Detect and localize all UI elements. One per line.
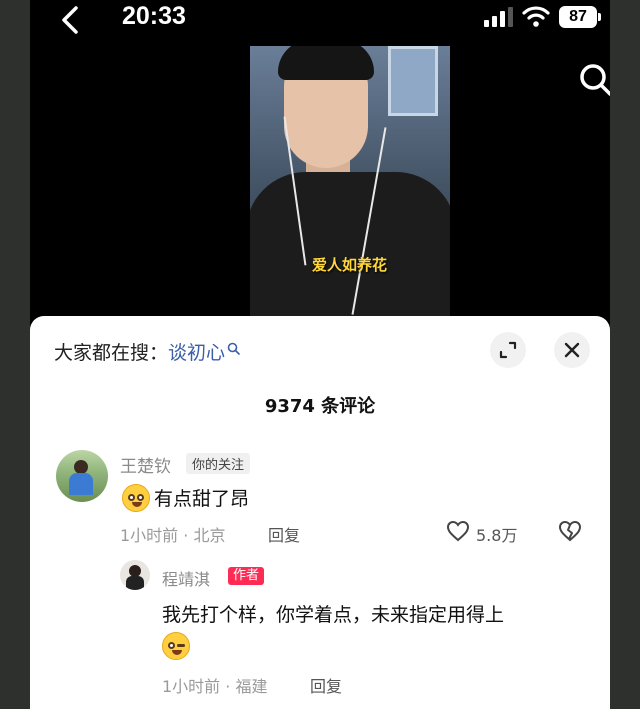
battery-indicator: 87 xyxy=(559,6,601,28)
comments-sheet: 大家都在搜：谈初心 9374 条评论 王楚钦 你的关注 有点甜了昂 1小时前 ·… xyxy=(30,316,610,709)
video-person-hair xyxy=(278,46,374,80)
broken-heart-icon[interactable] xyxy=(558,520,582,542)
comment-text: 有点甜了昂 xyxy=(154,488,250,510)
video-window-panel xyxy=(388,46,438,116)
search-prefix: 大家都在搜： xyxy=(54,342,169,364)
expand-icon xyxy=(499,341,517,359)
reply-avatar[interactable] xyxy=(120,560,150,590)
following-badge: 你的关注 xyxy=(186,453,251,474)
search-keyword[interactable]: 谈初心 xyxy=(168,342,225,364)
close-button[interactable] xyxy=(554,332,590,368)
emoji-mouth xyxy=(172,650,182,655)
battery-level: 87 xyxy=(559,6,597,28)
comment-count: 9374 条评论 xyxy=(264,396,376,417)
emoji-eye-closed xyxy=(177,644,185,647)
reply-username[interactable]: 程靖淇 xyxy=(162,566,210,590)
avatar[interactable] xyxy=(56,450,108,502)
screen: 20:33 87 爱人如养花 大家都在搜：谈初心 9374 条评论 王楚钦 你的… xyxy=(0,0,640,709)
battery-cap xyxy=(598,13,601,21)
heart-icon[interactable] xyxy=(446,520,470,542)
reply-button[interactable]: 回复 xyxy=(268,522,300,546)
phone-screen: 20:33 87 爱人如养花 大家都在搜：谈初心 9374 条评论 王楚钦 你的… xyxy=(30,0,610,709)
reply-meta: 1小时前 · 福建 xyxy=(162,677,268,696)
like-count: 5.8万 xyxy=(476,526,518,545)
expand-button[interactable] xyxy=(490,332,526,368)
comment-meta: 1小时前 · 北京 xyxy=(120,526,226,545)
author-badge: 作者 xyxy=(228,567,265,585)
search-small-icon xyxy=(227,342,240,355)
signal-icon xyxy=(484,7,513,27)
avatar-shirt xyxy=(126,576,144,590)
avatar-head xyxy=(74,460,88,474)
reply-reply-button[interactable]: 回复 xyxy=(310,673,342,697)
wifi-icon xyxy=(522,6,550,27)
video-caption: 爱人如养花 xyxy=(312,256,388,274)
smile-emoji-icon xyxy=(122,484,150,512)
search-icon[interactable] xyxy=(576,60,610,100)
avatar-shirt xyxy=(69,473,93,495)
search-suggestion[interactable]: 大家都在搜：谈初心 xyxy=(54,338,240,365)
comment-username[interactable]: 王楚钦 xyxy=(120,452,171,477)
status-time: 20:33 xyxy=(122,2,186,30)
emoji-eye xyxy=(128,494,135,501)
reply-text: 我先打个样，你学着点，未来指定用得上 xyxy=(162,604,505,626)
back-arrow-icon[interactable] xyxy=(52,2,92,38)
emoji-mouth xyxy=(132,502,142,507)
wink-emoji-icon xyxy=(162,632,190,660)
close-icon xyxy=(564,342,580,358)
emoji-eye xyxy=(137,494,144,501)
emoji-eye xyxy=(168,642,175,649)
video-person-jacket xyxy=(250,172,450,318)
video-player[interactable]: 爱人如养花 xyxy=(250,46,450,318)
